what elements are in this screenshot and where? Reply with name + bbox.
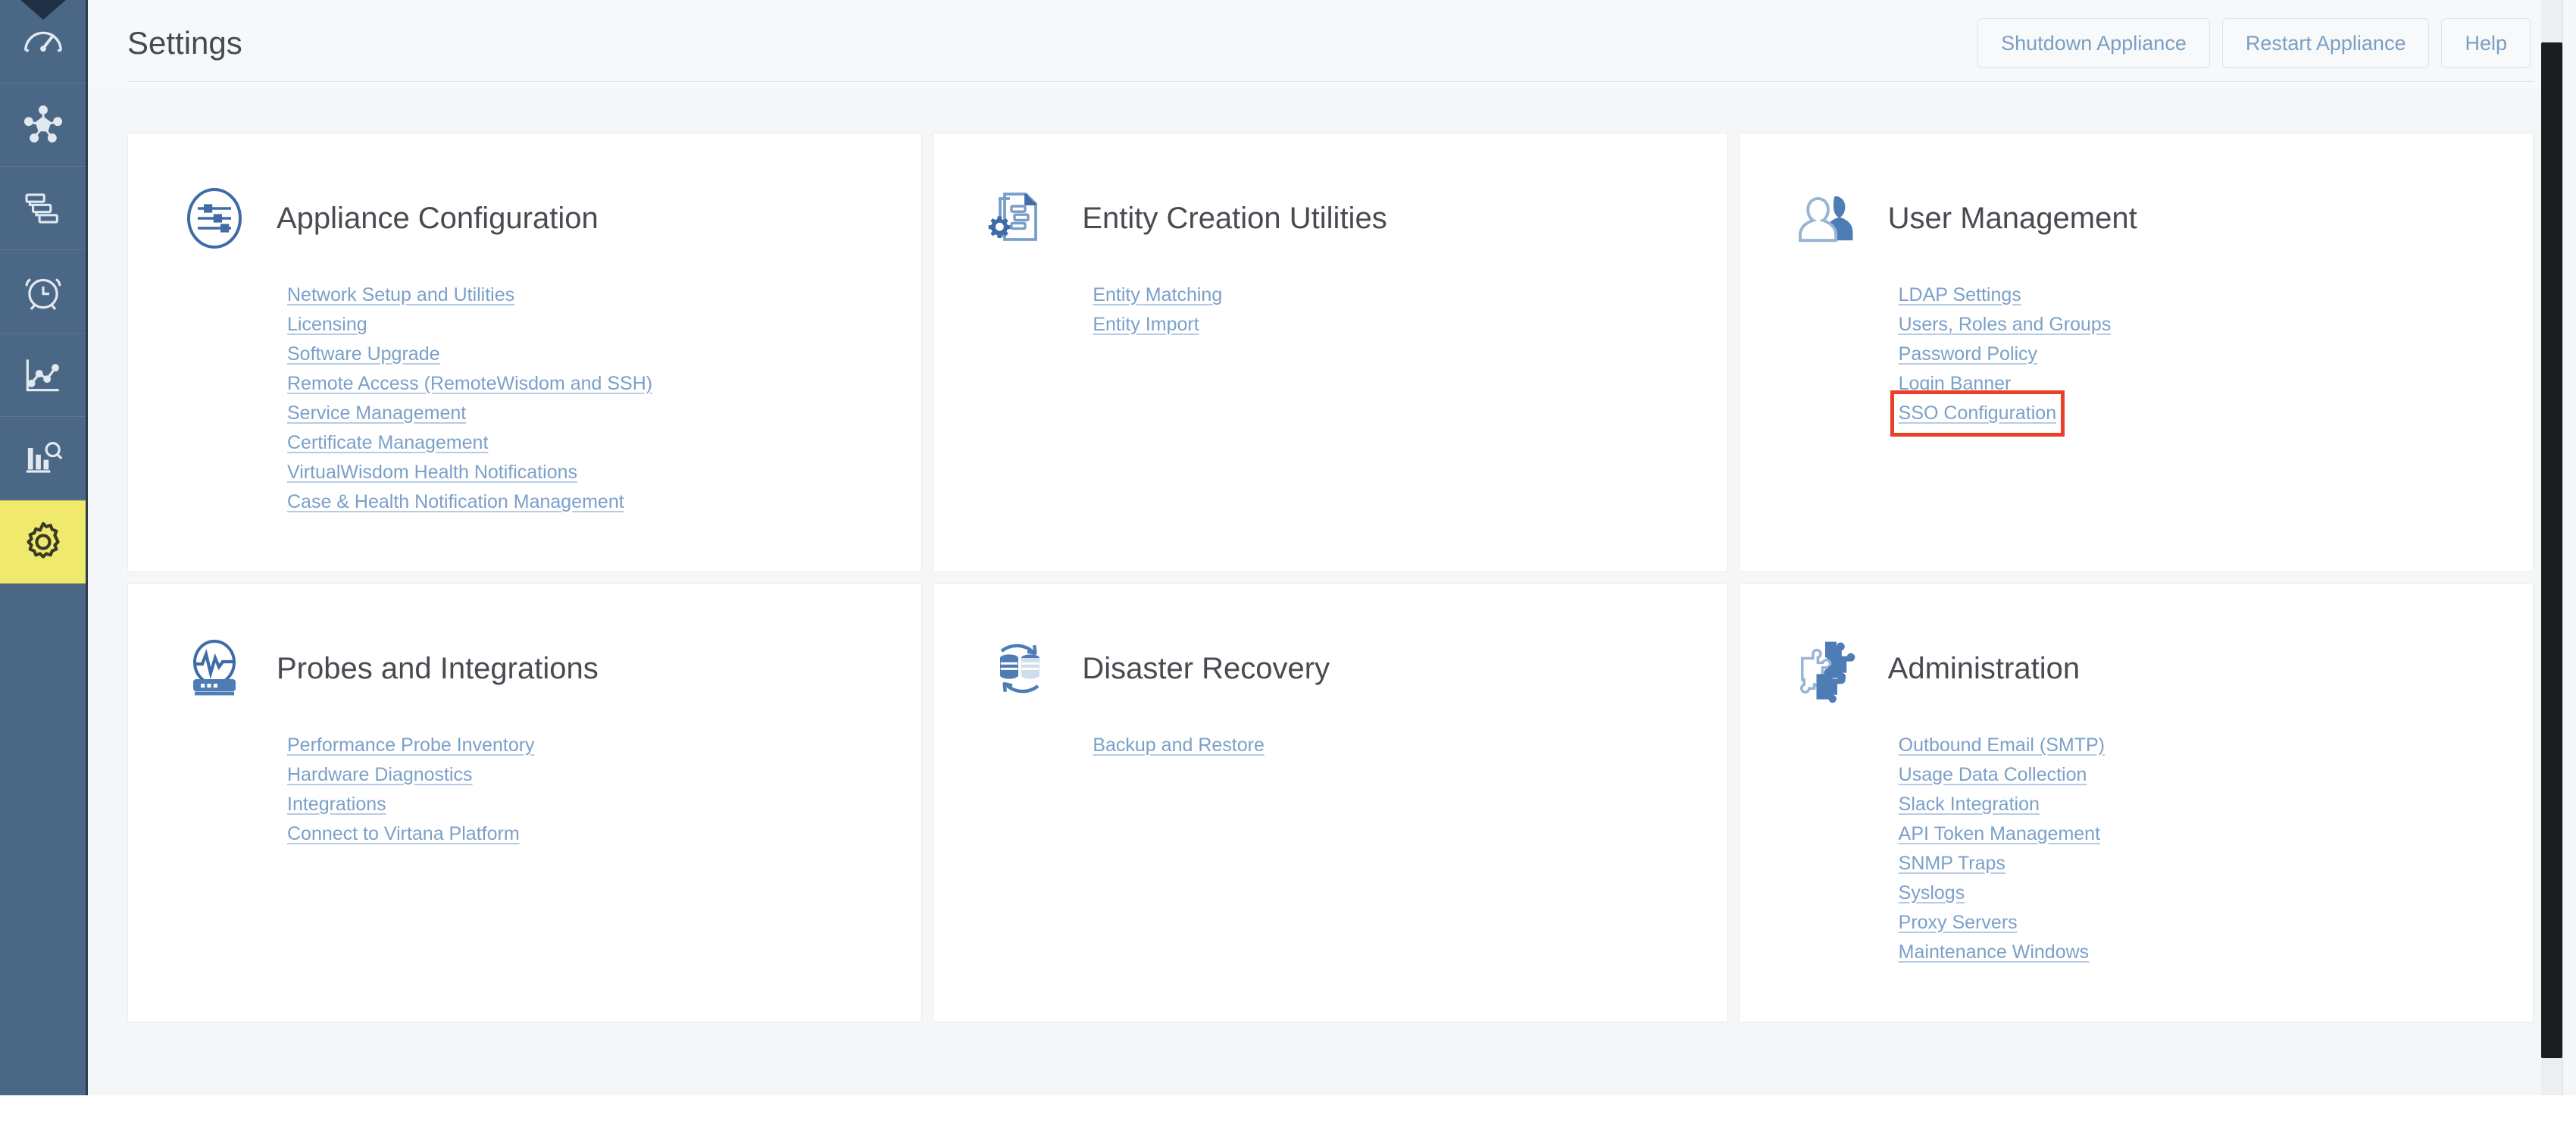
scrollbar-track-edge [2562, 0, 2576, 1095]
header-actions: Shutdown Appliance Restart Appliance Hel… [1977, 18, 2534, 68]
link-syslogs[interactable]: Syslogs [1899, 878, 1965, 908]
card-entity-creation-utilities: Entity Creation Utilities Entity Matchin… [933, 133, 1728, 572]
link-api-token-management[interactable]: API Token Management [1899, 819, 2100, 849]
link-licensing[interactable]: Licensing [287, 310, 367, 340]
vertical-scrollbar-thumb[interactable] [2541, 42, 2562, 1058]
link-software-upgrade[interactable]: Software Upgrade [287, 340, 440, 369]
link-sso-configuration[interactable]: SSO Configuration [1890, 390, 2065, 437]
database-sync-icon [979, 628, 1061, 709]
main-content: Settings Shutdown Appliance Restart Appl… [88, 0, 2576, 1095]
sliders-oval-icon [174, 177, 255, 259]
link-connect-to-virtana-platform[interactable]: Connect to Virtana Platform [287, 819, 520, 849]
alarm-clock-icon [20, 268, 67, 315]
card-link-list: Backup and Restore [979, 731, 1681, 760]
card-header: Probes and Integrations [174, 628, 876, 709]
line-chart-icon [20, 352, 67, 399]
link-maintenance-windows[interactable]: Maintenance Windows [1899, 938, 2090, 967]
link-ldap-settings[interactable]: LDAP Settings [1899, 280, 2021, 310]
settings-page: Settings Shutdown Appliance Restart Appl… [0, 0, 2576, 1095]
card-link-list: LDAP Settings Users, Roles and Groups Pa… [1785, 280, 2487, 437]
sidebar-notch-indicator [20, 0, 66, 20]
link-case-and-health-notification-management[interactable]: Case & Health Notification Management [287, 487, 624, 517]
settings-cards-region: Appliance Configuration Network Setup an… [88, 89, 2576, 1095]
card-link-list: Network Setup and Utilities Licensing So… [174, 280, 876, 517]
restart-appliance-button[interactable]: Restart Appliance [2221, 18, 2430, 68]
link-certificate-management[interactable]: Certificate Management [287, 428, 488, 458]
sidebar-item-alarms[interactable] [0, 250, 86, 334]
card-header: User Management [1785, 177, 2487, 259]
card-administration: Administration Outbound Email (SMTP) Usa… [1738, 583, 2534, 1023]
sidebar-item-settings[interactable] [0, 500, 86, 584]
link-slack-integration[interactable]: Slack Integration [1899, 790, 2040, 819]
topology-icon [20, 102, 67, 149]
link-snmp-traps[interactable]: SNMP Traps [1899, 849, 2005, 878]
link-virtualwisdom-health-notifications[interactable]: VirtualWisdom Health Notifications [287, 458, 577, 487]
vertical-scrollbar[interactable] [2541, 0, 2562, 1095]
link-usage-data-collection[interactable]: Usage Data Collection [1899, 760, 2087, 790]
gauge-icon [20, 18, 67, 65]
bar-chart-search-icon [20, 435, 67, 482]
sidebar-item-trends[interactable] [0, 334, 86, 417]
gear-icon [18, 517, 68, 567]
settings-grid: Appliance Configuration Network Setup an… [127, 133, 2534, 1023]
link-login-banner[interactable]: Login Banner [1899, 369, 2012, 399]
card-probes-and-integrations: Probes and Integrations Performance Prob… [127, 583, 923, 1023]
link-proxy-servers[interactable]: Proxy Servers [1899, 908, 2018, 938]
page-header: Settings Shutdown Appliance Restart Appl… [88, 0, 2576, 89]
link-users-roles-and-groups[interactable]: Users, Roles and Groups [1899, 310, 2112, 340]
card-title: User Management [1887, 202, 2137, 235]
link-integrations[interactable]: Integrations [287, 790, 386, 819]
sidebar-item-gantt[interactable] [0, 167, 86, 250]
users-icon [1785, 177, 1867, 259]
card-appliance-configuration: Appliance Configuration Network Setup an… [127, 133, 923, 572]
gantt-chart-icon [20, 185, 67, 232]
card-disaster-recovery: Disaster Recovery Backup and Restore [933, 583, 1728, 1023]
card-title: Entity Creation Utilities [1082, 202, 1387, 235]
puzzle-pieces-icon [1785, 628, 1867, 709]
shutdown-appliance-button[interactable]: Shutdown Appliance [1977, 18, 2210, 68]
link-password-policy[interactable]: Password Policy [1899, 340, 2037, 369]
document-gear-icon [979, 177, 1061, 259]
card-header: Entity Creation Utilities [979, 177, 1681, 259]
help-button[interactable]: Help [2441, 18, 2531, 68]
card-title: Administration [1887, 652, 2080, 685]
card-title: Appliance Configuration [277, 202, 599, 235]
link-service-management[interactable]: Service Management [287, 399, 466, 428]
link-backup-and-restore[interactable]: Backup and Restore [1093, 731, 1265, 760]
link-network-setup-and-utilities[interactable]: Network Setup and Utilities [287, 280, 514, 310]
probe-heartbeat-icon [174, 628, 255, 709]
card-link-list: Outbound Email (SMTP) Usage Data Collect… [1785, 731, 2487, 967]
link-performance-probe-inventory[interactable]: Performance Probe Inventory [287, 731, 535, 760]
sidebar-item-reports[interactable] [0, 417, 86, 500]
primary-sidebar [0, 0, 88, 1095]
card-link-list: Performance Probe Inventory Hardware Dia… [174, 731, 876, 849]
link-entity-import[interactable]: Entity Import [1093, 310, 1199, 340]
link-hardware-diagnostics[interactable]: Hardware Diagnostics [287, 760, 473, 790]
card-link-list: Entity Matching Entity Import [979, 280, 1681, 340]
page-title: Settings [127, 25, 242, 61]
sidebar-item-topology[interactable] [0, 83, 86, 167]
card-user-management: User Management LDAP Settings Users, Rol… [1738, 133, 2534, 572]
card-header: Disaster Recovery [979, 628, 1681, 709]
link-entity-matching[interactable]: Entity Matching [1093, 280, 1222, 310]
link-remote-access[interactable]: Remote Access (RemoteWisdom and SSH) [287, 369, 652, 399]
card-title: Probes and Integrations [277, 652, 599, 685]
card-header: Appliance Configuration [174, 177, 876, 259]
card-title: Disaster Recovery [1082, 652, 1330, 685]
card-header: Administration [1785, 628, 2487, 709]
link-outbound-email-smtp[interactable]: Outbound Email (SMTP) [1899, 731, 2105, 760]
